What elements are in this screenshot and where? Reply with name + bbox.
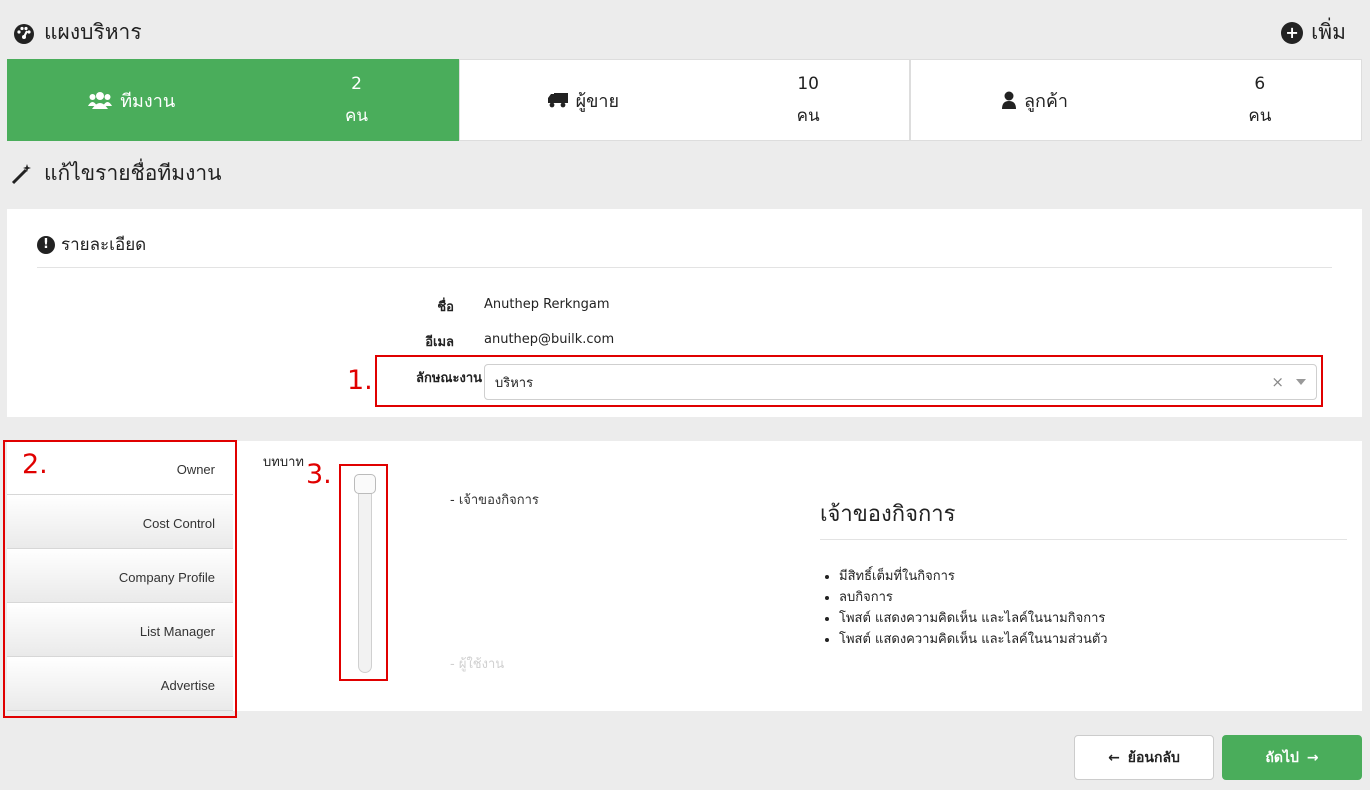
name-label: ชื่อ <box>437 300 454 315</box>
add-button[interactable]: + เพิ่ม <box>1281 16 1346 49</box>
exclamation-circle-icon: ! <box>37 235 55 254</box>
annotation-box-2 <box>3 440 237 718</box>
stat-tab-vendor-count: 10 <box>797 74 819 94</box>
back-button[interactable]: ← ย้อนกลับ <box>1074 735 1214 780</box>
role-description-divider <box>820 539 1347 540</box>
stat-tab-team-count: 2 <box>351 74 362 94</box>
jobtype-select-value: บริหาร <box>495 375 534 391</box>
stat-tab-team-count-group: 2 คน <box>255 68 457 132</box>
email-value: anuthep@builk.com <box>484 332 615 347</box>
clear-icon[interactable]: × <box>1271 373 1284 391</box>
details-title: ! รายละเอียด <box>37 231 146 258</box>
stat-tab-vendor-label: ผู้ขาย <box>575 90 620 112</box>
page-header: แผงบริหาร + เพิ่ม <box>0 0 1370 58</box>
stat-tab-customer[interactable]: ลูกค้า 6 คน <box>910 59 1363 141</box>
user-icon <box>1001 91 1016 109</box>
role-label: บทบาท <box>263 455 304 470</box>
stat-tab-team-label: ทีมงาน <box>120 90 176 112</box>
stat-tab-team-unit: คน <box>345 106 368 126</box>
users-icon <box>88 92 113 109</box>
stat-tab-vendor-label-group: ผู้ขาย <box>460 86 707 115</box>
annotation-box-3 <box>339 464 388 681</box>
stat-tab-vendor[interactable]: ผู้ขาย 10 คน <box>458 59 911 141</box>
stat-tab-team-label-group: ทีมงาน <box>8 86 255 115</box>
dashboard-icon <box>14 23 34 44</box>
next-button-label: ถัดไป <box>1265 749 1299 766</box>
details-panel: ! รายละเอียด ชื่อ Anuthep Rerkngam อีเมล… <box>7 209 1362 417</box>
list-item: โพสต์ แสดงความคิดเห็น และไลค์ในนามกิจการ <box>839 608 1108 629</box>
list-item: มีสิทธิ์เต็มที่ในกิจการ <box>839 566 1108 587</box>
stat-tab-customer-count-group: 6 คน <box>1159 68 1361 132</box>
chevron-down-icon[interactable] <box>1296 379 1306 385</box>
stat-tab-customer-label-group: ลูกค้า <box>911 86 1158 115</box>
email-label: อีเมล <box>425 335 454 350</box>
list-item: โพสต์ แสดงความคิดเห็น และไลค์ในนามส่วนตั… <box>839 629 1108 650</box>
plus-circle-icon: + <box>1281 21 1304 44</box>
jobtype-label: ลักษณะงาน <box>416 371 482 386</box>
stats-tabs: ทีมงาน 2 คน ผู้ขาย 10 คน ลูกค้า 6 คน <box>7 59 1363 141</box>
stat-tab-customer-count: 6 <box>1254 74 1266 94</box>
section-title-text: แก้ไขรายชื่อทีมงาน <box>44 161 222 185</box>
add-button-label: เพิ่ม <box>1311 20 1346 44</box>
arrow-right-icon: → <box>1306 749 1319 766</box>
annotation-number-2: 2. <box>22 449 48 480</box>
jobtype-select[interactable]: บริหาร × <box>484 364 1317 400</box>
truck-icon <box>547 93 568 108</box>
stat-tab-vendor-unit: คน <box>796 106 820 126</box>
arrow-left-icon: ← <box>1108 749 1120 766</box>
page-title-text: แผงบริหาร <box>44 20 142 44</box>
stat-tab-team[interactable]: ทีมงาน 2 คน <box>7 59 459 141</box>
annotation-number-3: 3. <box>306 459 332 490</box>
details-divider <box>37 267 1332 268</box>
list-item: ลบกิจการ <box>839 587 1108 608</box>
back-button-label: ย้อนกลับ <box>1127 749 1180 766</box>
next-button[interactable]: ถัดไป → <box>1222 735 1362 780</box>
page-title: แผงบริหาร <box>12 16 142 49</box>
magic-wand-icon <box>11 163 31 184</box>
stat-tab-vendor-count-group: 10 คน <box>707 68 909 132</box>
role-description-title: เจ้าของกิจการ <box>820 502 956 527</box>
section-title: แก้ไขรายชื่อทีมงาน <box>10 157 222 190</box>
stat-tab-customer-unit: คน <box>1248 106 1272 126</box>
details-title-text: รายละเอียด <box>61 235 147 255</box>
name-value: Anuthep Rerkngam <box>484 297 610 312</box>
slider-bottom-label: - ผู้ใช้งาน <box>450 657 505 672</box>
stat-tab-customer-label: ลูกค้า <box>1023 90 1069 112</box>
slider-top-label: - เจ้าของกิจการ <box>450 493 539 508</box>
role-permission-list: มีสิทธิ์เต็มที่ในกิจการ ลบกิจการ โพสต์ แ… <box>839 566 1108 650</box>
